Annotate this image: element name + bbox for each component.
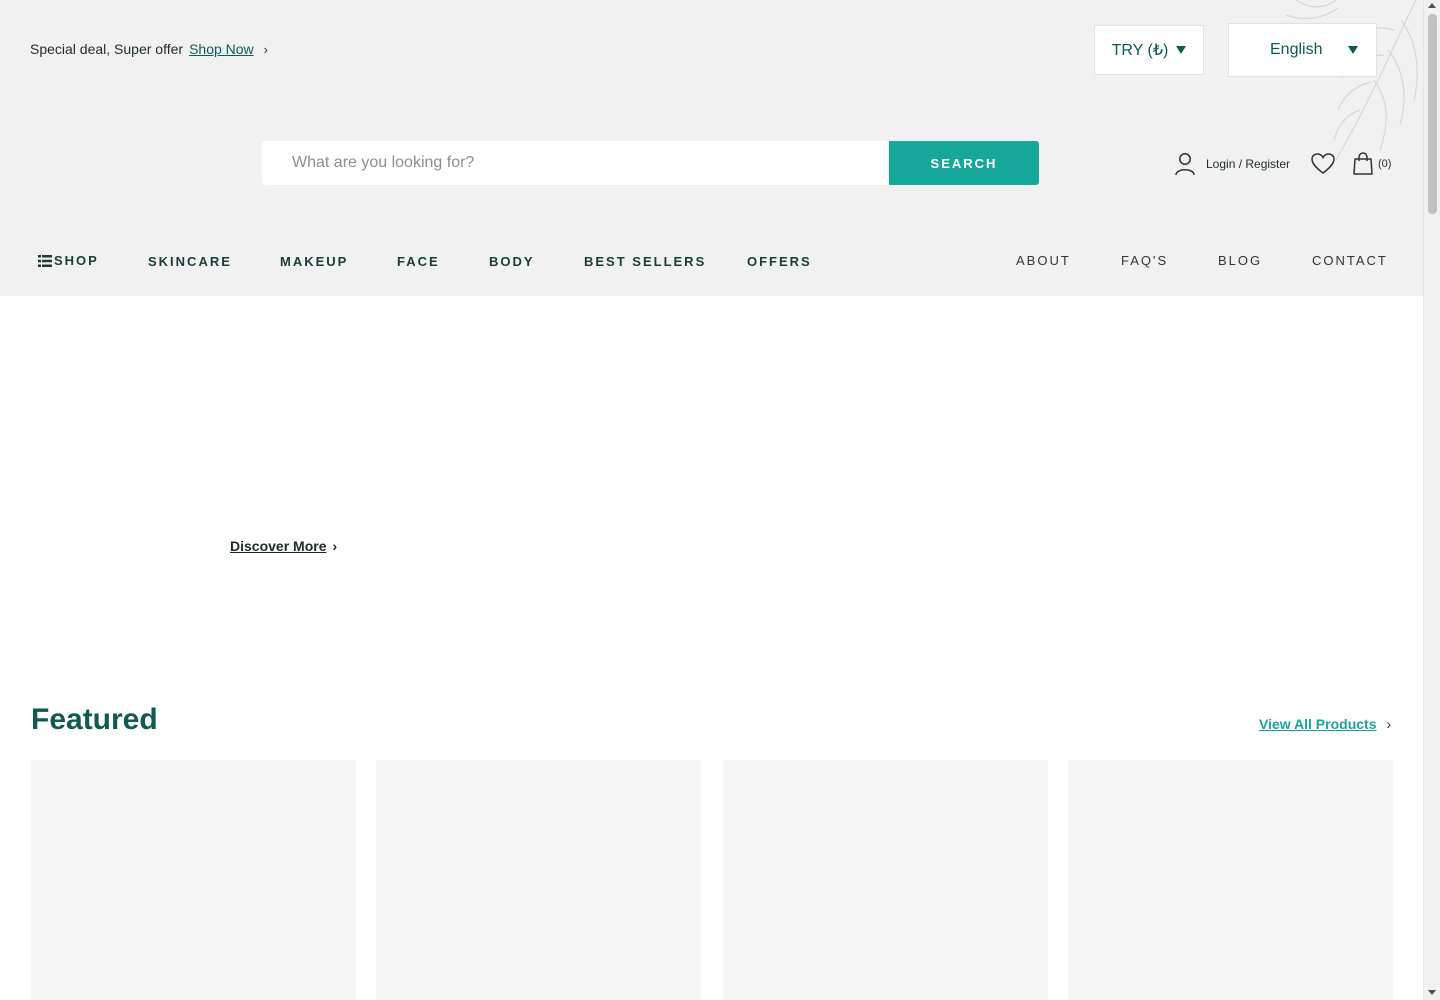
chevron-right-icon: ›: [263, 41, 269, 57]
nav-item-offers[interactable]: OFFERS: [747, 254, 812, 269]
dropdown-triangle-icon: [1348, 46, 1358, 54]
list-menu-icon: [38, 254, 52, 267]
login-register-label: Login / Register: [1206, 157, 1291, 171]
search-input[interactable]: [262, 141, 889, 185]
language-selector[interactable]: English: [1228, 23, 1377, 77]
currency-label: TRY (₺): [1111, 42, 1169, 59]
product-card[interactable]: [1068, 760, 1393, 1000]
nav-item-face[interactable]: FACE: [397, 254, 440, 269]
search-bar: SEARCH: [262, 141, 1039, 185]
currency-selector[interactable]: TRY (₺): [1094, 25, 1204, 75]
chevron-right-icon: ›: [1386, 716, 1392, 732]
product-card[interactable]: [31, 760, 356, 1000]
page-scrollbar[interactable]: [1423, 0, 1440, 1000]
nav-item-body[interactable]: BODY: [489, 254, 535, 269]
shop-menu-button[interactable]: SHOP: [38, 253, 99, 268]
user-icon: [1175, 153, 1195, 176]
chevron-right-icon: ›: [332, 538, 338, 554]
shopping-bag-icon: [1353, 152, 1373, 175]
cart-count: (0): [1378, 158, 1392, 170]
dropdown-triangle-icon: [1176, 46, 1187, 54]
scrollbar-thumb[interactable]: [1428, 14, 1437, 214]
nav-item-blog[interactable]: BLOG: [1218, 253, 1262, 268]
promo-bar: Special deal, Super offer Shop Now ›: [30, 41, 268, 57]
site-header: Special deal, Super offer Shop Now › TRY…: [0, 0, 1440, 296]
product-card[interactable]: [376, 760, 701, 1000]
discover-more-link[interactable]: Discover More ›: [230, 538, 337, 554]
nav-item-best-sellers[interactable]: BEST SELLERS: [584, 254, 706, 269]
search-button[interactable]: SEARCH: [889, 141, 1039, 185]
view-all-products-link[interactable]: View All Products ›: [1259, 716, 1391, 732]
cart-button[interactable]: (0): [1352, 152, 1391, 176]
scroll-up-arrow-icon[interactable]: [1428, 3, 1436, 8]
shop-label: SHOP: [54, 253, 99, 268]
featured-title: Featured: [31, 703, 158, 736]
shop-now-link[interactable]: Shop Now: [189, 41, 254, 57]
nav-item-makeup[interactable]: MAKEUP: [280, 254, 348, 269]
heart-icon[interactable]: [1311, 153, 1335, 175]
nav-item-contact[interactable]: CONTACT: [1312, 253, 1388, 268]
nav-item-about[interactable]: ABOUT: [1016, 253, 1071, 268]
nav-item-skincare[interactable]: SKINCARE: [148, 254, 232, 269]
login-register-link[interactable]: Login / Register: [1174, 152, 1290, 176]
nav-item-faqs[interactable]: FAQ'S: [1121, 253, 1168, 268]
scroll-down-arrow-icon[interactable]: [1428, 990, 1436, 995]
view-all-label: View All Products: [1259, 716, 1377, 732]
product-card[interactable]: [723, 760, 1048, 1000]
promo-text: Special deal, Super offer: [30, 41, 184, 57]
discover-more-label: Discover More: [230, 538, 327, 554]
hero-banner: [0, 296, 1423, 676]
language-label: English: [1270, 41, 1323, 58]
